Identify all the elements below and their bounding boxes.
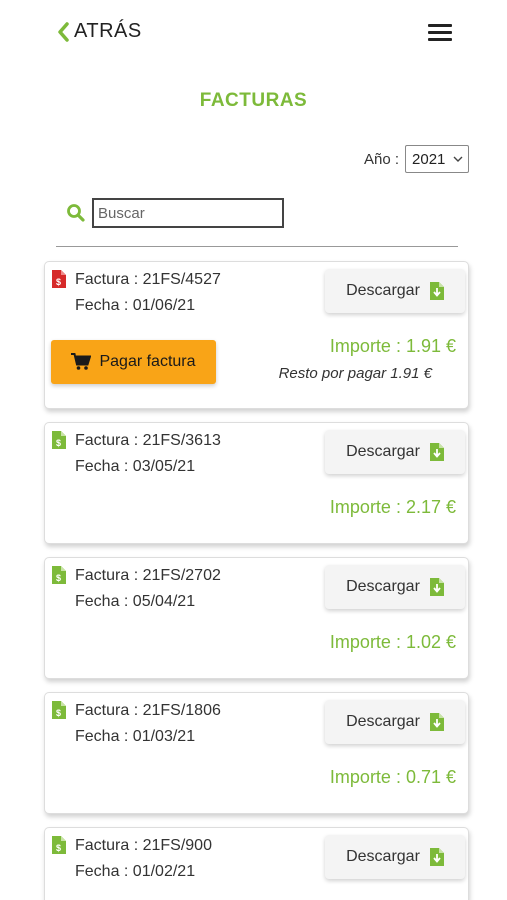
download-label: Descargar: [346, 848, 420, 865]
search-bar: [66, 198, 284, 228]
pay-invoice-button[interactable]: Pagar factura: [51, 340, 216, 384]
year-select[interactable]: 2021: [405, 145, 470, 173]
invoice-number: Factura : 21FS/3613: [75, 432, 221, 449]
invoice-number: Factura : 21FS/4527: [75, 271, 221, 288]
svg-text:$: $: [56, 438, 61, 448]
invoice-card: $ Factura : 21FS/1806 Fecha : 01/03/21 D…: [44, 692, 469, 814]
invoice-date: Fecha : 05/04/21: [75, 593, 196, 610]
invoice-paid-icon: $: [52, 701, 66, 719]
download-button[interactable]: Descargar: [325, 565, 465, 609]
back-label: ATRÁS: [74, 20, 142, 42]
file-download-icon: [429, 578, 444, 596]
download-label: Descargar: [346, 713, 420, 730]
download-label: Descargar: [346, 282, 420, 299]
year-label: Año :: [364, 150, 400, 168]
svg-text:$: $: [56, 573, 61, 583]
invoice-paid-icon: $: [52, 431, 66, 449]
invoice-date: Fecha : 01/06/21: [75, 297, 196, 314]
invoice-amount: Importe : 1.91 €: [329, 336, 456, 356]
year-selected-value: 2021: [412, 150, 446, 168]
back-button[interactable]: ATRÁS: [56, 20, 142, 43]
page-title: FACTURAS: [199, 90, 308, 111]
invoice-card: $ Factura : 21FS/3613 Fecha : 03/05/21 D…: [44, 422, 469, 544]
file-download-icon: [429, 282, 444, 300]
svg-text:$: $: [56, 843, 61, 853]
invoice-amount: Importe : 1.02 €: [329, 632, 456, 652]
invoice-number: Factura : 21FS/1806: [75, 702, 221, 719]
download-button[interactable]: Descargar: [325, 430, 465, 474]
invoice-amount: Importe : 0.71 €: [329, 767, 456, 787]
invoice-date: Fecha : 01/03/21: [75, 728, 196, 745]
download-label: Descargar: [346, 578, 420, 595]
remaining-amount: Resto por pagar 1.91 €: [278, 365, 432, 382]
pay-invoice-label: Pagar factura: [99, 353, 196, 370]
invoice-card: $ Factura : 21FS/900 Fecha : 01/02/21 De…: [44, 827, 469, 900]
invoice-number: Factura : 21FS/900: [75, 837, 212, 854]
download-button[interactable]: Descargar: [325, 700, 465, 744]
cart-icon: [71, 353, 92, 370]
invoice-paid-icon: $: [52, 836, 66, 854]
invoice-date: Fecha : 01/02/21: [75, 863, 196, 880]
chevron-left-icon: [58, 21, 69, 42]
download-button[interactable]: Descargar: [325, 269, 465, 313]
file-download-icon: [429, 848, 444, 866]
file-download-icon: [429, 713, 444, 731]
chevron-down-icon: [453, 156, 463, 162]
download-label: Descargar: [346, 443, 420, 460]
invoice-unpaid-icon: $: [52, 270, 66, 288]
svg-text:$: $: [56, 277, 61, 287]
invoice-date: Fecha : 03/05/21: [75, 458, 196, 475]
search-icon: [67, 204, 85, 222]
invoice-number: Factura : 21FS/2702: [75, 567, 221, 584]
invoice-paid-icon: $: [52, 566, 66, 584]
svg-text:$: $: [56, 708, 61, 718]
search-input[interactable]: [92, 198, 284, 228]
invoice-card: $ Factura : 21FS/2702 Fecha : 05/04/21 D…: [44, 557, 469, 679]
year-filter: Año : 2021: [364, 145, 470, 173]
invoice-amount: Importe : 2.17 €: [329, 497, 456, 517]
file-download-icon: [429, 443, 444, 461]
hamburger-menu-icon[interactable]: [428, 24, 452, 44]
invoice-card: $ Factura : 21FS/4527 Fecha : 01/06/21 D…: [44, 261, 469, 409]
download-button[interactable]: Descargar: [325, 835, 465, 879]
divider: [56, 246, 458, 247]
top-bar: ATRÁS: [0, 0, 507, 70]
